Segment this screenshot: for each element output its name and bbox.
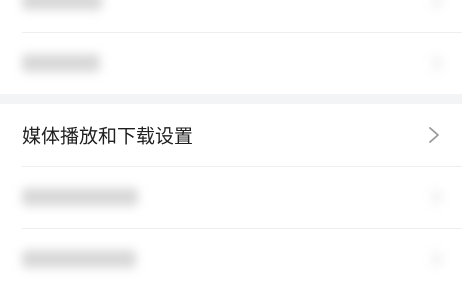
blurred-label [22,188,138,206]
settings-group-top [0,0,462,94]
settings-item-media-download[interactable]: 媒体播放和下载设置 [0,104,462,166]
settings-item-label: 媒体播放和下载设置 [22,125,194,148]
settings-item-blurred[interactable] [0,32,462,94]
chevron-right-icon [425,54,443,72]
settings-item-blurred[interactable] [0,166,462,228]
chevron-right-icon [425,0,443,10]
blurred-label [22,0,102,10]
chevron-right-icon [425,250,443,268]
blurred-label [22,250,136,268]
settings-group-bottom: 媒体播放和下载设置 [0,104,462,288]
chevron-right-icon [425,188,443,206]
settings-item-blurred[interactable] [0,0,462,32]
settings-item-blurred[interactable] [0,228,462,288]
chevron-right-icon [429,127,439,143]
blurred-label [22,54,100,72]
settings-screen: 媒体播放和下载设置 [0,0,462,288]
